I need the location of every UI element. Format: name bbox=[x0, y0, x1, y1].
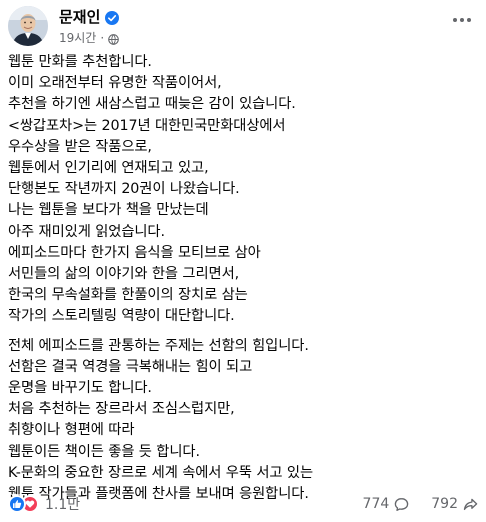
post-text-line: 웹툰 만화를 추천합니다. bbox=[8, 54, 152, 70]
post-text-line: 추천을 하기엔 새삼스럽고 때늦은 감이 있습니다. bbox=[8, 96, 296, 113]
share-icon bbox=[463, 497, 478, 512]
verified-badge-icon bbox=[105, 10, 120, 25]
post-text-line: 취향이나 형편에 따라 bbox=[8, 422, 135, 439]
post-text-line: 한국의 무속설화를 한풀이의 장치로 삼는 bbox=[8, 287, 248, 304]
like-icon bbox=[8, 495, 26, 513]
more-options-icon[interactable] bbox=[448, 10, 476, 30]
post-meta: 19시간 · bbox=[59, 30, 120, 46]
comments-count: 774 bbox=[362, 496, 390, 512]
post-text-line: 아주 재미있게 읽었습니다. bbox=[8, 223, 165, 240]
shares-count: 792 bbox=[431, 496, 458, 512]
post-text-line: 이미 오래전부터 유명한 작품이어서, bbox=[8, 75, 222, 92]
post-text-line: <쌍갑포차>는 2017년 대한민국만화대상에서 bbox=[8, 117, 286, 134]
post-text-line: 웹툰이든 책이든 좋을 듯 합니다. bbox=[8, 443, 200, 460]
post-footer: 1.1만 774 792 bbox=[8, 493, 478, 515]
avatar-image bbox=[8, 6, 48, 46]
engagement-stats: 774 792 bbox=[363, 493, 478, 515]
author-row: 문재인 bbox=[59, 7, 120, 27]
shares-stat[interactable]: 792 bbox=[431, 496, 478, 512]
author-name[interactable]: 문재인 bbox=[59, 7, 100, 27]
post-text-line: 처음 추천하는 장르라서 조심스럽지만, bbox=[8, 401, 235, 418]
post-text-line: 에피소드마다 한가지 음식을 모티브로 삼아 bbox=[8, 244, 261, 261]
post-text: 웹툰 만화를 추천합니다. 이미 오래전부터 유명한 작품이어서, 추천을 하기엔 … bbox=[8, 52, 480, 505]
comment-icon bbox=[394, 497, 409, 512]
post-header: 문재인 19시간 · bbox=[8, 6, 478, 50]
post-text-line: 나는 웹툰을 보다가 책을 만났는데 bbox=[8, 202, 209, 219]
post-text-line: 서민들의 삶의 이야기와 한을 그리면서, bbox=[8, 266, 240, 283]
more-dot bbox=[467, 18, 471, 22]
post-text-line: K-문화의 중요한 장르로 세계 속에서 우뚝 서고 있는 bbox=[8, 464, 314, 481]
post-text-line: 단행본도 작년까지 20권이 나왔습니다. bbox=[8, 181, 240, 198]
more-dot bbox=[453, 18, 457, 22]
post-text-line: 작가의 스토리텔링 역량이 대단합니다. bbox=[8, 308, 235, 325]
post-text-line: 전체 에피소드를 관통하는 주제는 선함의 힘입니다. bbox=[8, 337, 309, 354]
facebook-post: 문재인 19시간 · 웹툰 만화를 추천합니다. 이미 오래전부터 유명한 작품… bbox=[0, 0, 486, 522]
post-text-line: 선함은 결국 역경을 극복해내는 힘이 되고 bbox=[8, 358, 253, 375]
more-dot bbox=[460, 18, 464, 22]
globe-icon[interactable] bbox=[108, 33, 120, 45]
post-text-line: 우수상을 받은 작품으로, bbox=[8, 138, 152, 155]
post-timestamp[interactable]: 19시간 bbox=[59, 30, 96, 46]
meta-separator: · bbox=[100, 31, 105, 45]
comments-stat[interactable]: 774 bbox=[363, 496, 410, 512]
reactions-summary[interactable]: 1.1만 bbox=[8, 493, 80, 515]
author-avatar[interactable] bbox=[8, 6, 48, 46]
post-text-line: 운명을 바꾸기도 합니다. bbox=[8, 380, 152, 397]
reactions-count[interactable]: 1.1만 bbox=[45, 494, 80, 514]
post-text-line: 웹툰에서 인기리에 연재되고 있고, bbox=[8, 160, 209, 177]
